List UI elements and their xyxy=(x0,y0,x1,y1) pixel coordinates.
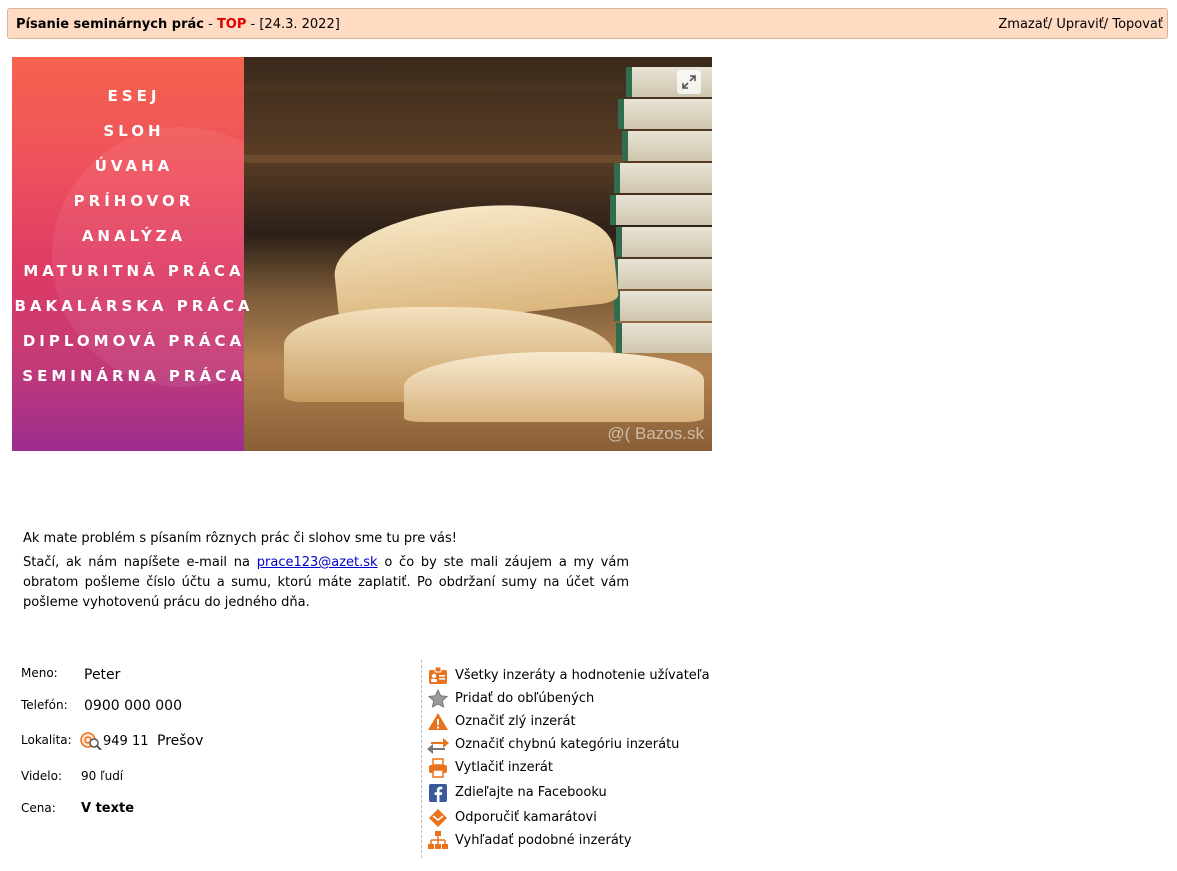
service-item: SEMINÁRNA PRÁCA xyxy=(22,367,246,385)
ad-description: Ak mate problém s písaním rôznych prác č… xyxy=(23,529,629,617)
link-label: Odporučiť kamarátovi xyxy=(455,810,597,825)
delete-link[interactable]: Zmazať/ xyxy=(998,17,1052,32)
expand-icon xyxy=(682,75,696,89)
expand-photo-button[interactable] xyxy=(677,70,701,94)
link-label: Zdieľajte na Facebooku xyxy=(455,785,607,800)
facebook-icon xyxy=(429,784,447,802)
separator: - xyxy=(203,17,217,32)
book-stack xyxy=(618,99,712,129)
service-item: SLOH xyxy=(103,122,165,140)
service-item: BAKALÁRSKA PRÁCA xyxy=(14,297,254,315)
views-value: 90 ľudí xyxy=(81,769,124,783)
book-stack xyxy=(610,195,712,225)
service-item: DIPLOMOVÁ PRÁCA xyxy=(22,332,246,350)
warning-icon xyxy=(428,713,448,730)
ad-action-links: Všetky inzeráty a hodnotenie užívateľa P… xyxy=(421,660,722,858)
send-envelope-icon xyxy=(429,809,447,827)
book-stack xyxy=(614,291,712,321)
photo-text-panel xyxy=(12,57,312,451)
views-label: Videlo: xyxy=(21,769,62,783)
book-stack xyxy=(616,227,712,257)
name-label: Meno: xyxy=(21,666,58,680)
ad-actions: Zmazať/ Upraviť/ Topovať xyxy=(998,17,1163,32)
service-item: MATURITNÁ PRÁCA xyxy=(23,262,245,280)
printer-icon xyxy=(429,758,447,778)
open-book xyxy=(404,352,704,422)
link-label: Pridať do obľúbených xyxy=(455,691,595,706)
book-stack xyxy=(616,323,712,353)
description-paragraph: Stačí, ak nám napíšete e-mail na prace12… xyxy=(23,553,629,613)
separator: - xyxy=(246,17,260,32)
location-label: Lokalita: xyxy=(21,733,72,747)
bookshelf xyxy=(244,155,624,163)
star-icon xyxy=(427,688,449,708)
service-item: ESEJ xyxy=(107,87,161,105)
ad-header-bar: Písanie seminárnych prác - TOP - [24.3. … xyxy=(7,8,1168,39)
link-label: Vytlačiť inzerát xyxy=(455,760,553,775)
city: Prešov xyxy=(157,733,204,749)
map-search-icon[interactable] xyxy=(80,732,102,750)
swap-arrows-icon xyxy=(427,738,449,754)
photo-books-scene xyxy=(244,57,712,451)
name-value: Peter xyxy=(84,667,121,683)
user-card-icon xyxy=(429,666,447,684)
top-badge: TOP xyxy=(216,17,247,32)
service-item: PRÍHOVOR xyxy=(73,192,195,210)
zip-code[interactable]: 949 11 xyxy=(103,734,149,749)
email-link[interactable]: prace123@azet.sk xyxy=(257,555,378,570)
ad-date: [24.3. 2022] xyxy=(259,17,340,32)
link-label: Označiť zlý inzerát xyxy=(455,714,576,729)
edit-link[interactable]: Upraviť/ xyxy=(1056,17,1108,32)
link-label: Všetky inzeráty a hodnotenie užívateľa xyxy=(455,668,710,683)
service-item: ANALÝZA xyxy=(81,227,187,245)
price-value: V texte xyxy=(81,801,135,816)
sitemap-icon xyxy=(428,831,448,849)
phone-value: 0900 000 000 xyxy=(84,698,182,714)
description-line: Ak mate problém s písaním rôznych prác č… xyxy=(23,531,457,546)
description-text: Stačí, ak nám napíšete e-mail na xyxy=(23,555,257,570)
ad-title: Písanie seminárnych prác xyxy=(16,17,204,32)
ad-title-line: Písanie seminárnych prác - TOP - [24.3. … xyxy=(16,17,340,32)
link-label: Označiť chybnú kategóriu inzerátu xyxy=(455,737,680,752)
phone-label: Telefón: xyxy=(21,698,68,712)
service-item: ÚVAHA xyxy=(94,157,174,175)
book-stack xyxy=(612,259,712,289)
watermark: @( Bazos.sk xyxy=(607,424,704,443)
ad-photo[interactable]: ESEJ SLOH ÚVAHA PRÍHOVOR ANALÝZA MATURIT… xyxy=(12,57,712,451)
link-label: Vyhľadať podobné inzeráty xyxy=(455,833,632,848)
bookshelf xyxy=(244,85,624,91)
book-stack xyxy=(614,163,712,193)
price-label: Cena: xyxy=(21,801,56,815)
book-stack xyxy=(622,131,712,161)
promote-link[interactable]: Topovať xyxy=(1112,17,1163,32)
